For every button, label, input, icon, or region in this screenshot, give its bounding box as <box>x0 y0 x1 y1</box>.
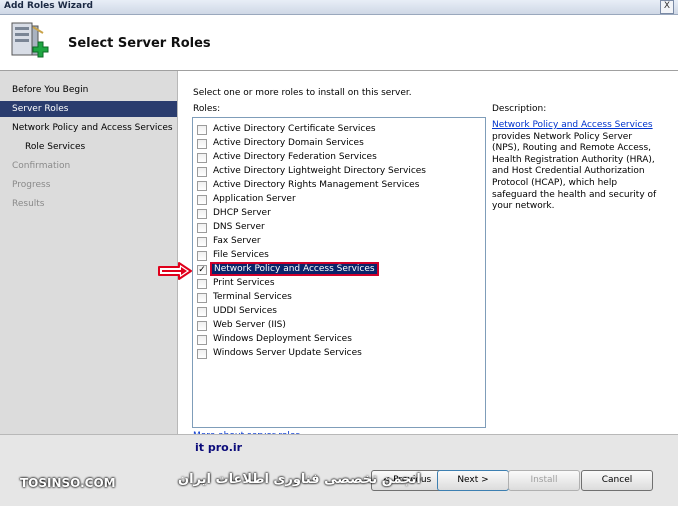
role-checkbox[interactable] <box>197 335 207 345</box>
role-description: Network Policy and Access Services provi… <box>492 120 662 213</box>
role-label: Application Server <box>213 194 296 204</box>
nav-item-before-you-begin[interactable]: Before You Begin <box>0 82 177 98</box>
page-title: Select Server Roles <box>68 36 211 51</box>
role-label: Web Server (IIS) <box>213 320 286 330</box>
nav-item-network-policy[interactable]: Network Policy and Access Services <box>0 120 177 136</box>
role-checkbox[interactable] <box>197 125 207 135</box>
role-label: Terminal Services <box>213 292 292 302</box>
role-item[interactable]: Windows Server Update Services <box>197 347 477 361</box>
role-item[interactable]: Windows Deployment Services <box>197 333 477 347</box>
role-label: Active Directory Certificate Services <box>213 124 376 134</box>
role-item[interactable]: Active Directory Rights Management Servi… <box>197 179 477 193</box>
role-label: DHCP Server <box>213 208 271 218</box>
role-label: Active Directory Rights Management Servi… <box>213 180 420 190</box>
description-text: provides Network Policy Server (NPS), Ro… <box>492 131 657 212</box>
role-item[interactable]: Active Directory Lightweight Directory S… <box>197 165 477 179</box>
role-item[interactable]: Fax Server <box>197 235 477 249</box>
cancel-button[interactable]: Cancel <box>581 470 653 491</box>
roles-label: Roles: <box>193 104 221 114</box>
role-checkbox[interactable] <box>197 195 207 205</box>
role-item[interactable]: Active Directory Federation Services <box>197 151 477 165</box>
role-label: DNS Server <box>213 222 265 232</box>
role-checkbox[interactable] <box>197 237 207 247</box>
role-checkbox[interactable] <box>197 181 207 191</box>
title-bar: Add Roles Wizard X <box>0 0 678 15</box>
description-link[interactable]: Network Policy and Access Services <box>492 120 653 130</box>
role-label: Fax Server <box>213 236 261 246</box>
role-checkbox[interactable] <box>197 321 207 331</box>
role-item[interactable]: UDDI Services <box>197 305 477 319</box>
nav-item-progress: Progress <box>12 180 51 190</box>
server-add-icon <box>11 22 49 58</box>
role-checkbox[interactable] <box>197 139 207 149</box>
wizard-nav: Before You Begin Server Roles Network Po… <box>0 71 178 434</box>
role-label: Windows Server Update Services <box>213 348 362 358</box>
main-panel: Select one or more roles to install on t… <box>178 71 678 441</box>
role-checkbox[interactable] <box>197 307 207 317</box>
role-checkbox-checked[interactable]: ✓ <box>197 265 207 275</box>
instruction-text: Select one or more roles to install on t… <box>193 88 412 98</box>
role-item[interactable]: File Services <box>197 249 477 263</box>
role-label: UDDI Services <box>213 306 277 316</box>
nav-item-server-roles[interactable]: Server Roles <box>0 101 177 117</box>
role-label: Active Directory Federation Services <box>213 152 377 162</box>
role-item[interactable]: Terminal Services <box>197 291 477 305</box>
role-label: Active Directory Lightweight Directory S… <box>213 166 426 176</box>
close-button[interactable]: X <box>660 0 674 14</box>
red-arrow-icon <box>158 262 192 280</box>
role-label: Network Policy and Access Services <box>210 262 379 276</box>
nav-item-role-services[interactable]: Role Services <box>0 139 177 155</box>
role-checkbox[interactable] <box>197 293 207 303</box>
role-item[interactable]: DHCP Server <box>197 207 477 221</box>
role-label: Windows Deployment Services <box>213 334 352 344</box>
wizard-header: Select Server Roles <box>0 15 678 71</box>
window-title: Add Roles Wizard <box>4 1 93 11</box>
role-label: Print Services <box>213 278 275 288</box>
role-checkbox[interactable] <box>197 349 207 359</box>
next-button[interactable]: Next > <box>437 470 509 491</box>
role-item[interactable]: Application Server <box>197 193 477 207</box>
role-checkbox[interactable] <box>197 279 207 289</box>
role-label: Active Directory Domain Services <box>213 138 364 148</box>
role-checkbox[interactable] <box>197 223 207 233</box>
role-checkbox[interactable] <box>197 209 207 219</box>
roles-list[interactable]: Active Directory Certificate Services Ac… <box>192 117 486 428</box>
role-label: File Services <box>213 250 269 260</box>
role-item[interactable]: Print Services <box>197 277 477 291</box>
itpro-watermark: it pro.ir <box>195 441 243 454</box>
nav-item-results: Results <box>12 199 45 209</box>
nav-item-confirmation: Confirmation <box>12 161 71 171</box>
tosinso-watermark: TOSINSO.COM <box>20 476 116 490</box>
role-checkbox[interactable] <box>197 153 207 163</box>
role-item-selected[interactable]: ✓ Network Policy and Access Services <box>197 262 477 277</box>
role-item[interactable]: Web Server (IIS) <box>197 319 477 333</box>
role-checkbox[interactable] <box>197 167 207 177</box>
role-item[interactable]: Active Directory Domain Services <box>197 137 477 151</box>
role-item[interactable]: Active Directory Certificate Services <box>197 123 477 137</box>
role-checkbox[interactable] <box>197 251 207 261</box>
description-label: Description: <box>492 104 547 114</box>
install-button: Install <box>508 470 580 491</box>
role-item[interactable]: DNS Server <box>197 221 477 235</box>
persian-watermark: انجمن تخصصی فناوری اطلاعات ایران <box>178 472 421 487</box>
